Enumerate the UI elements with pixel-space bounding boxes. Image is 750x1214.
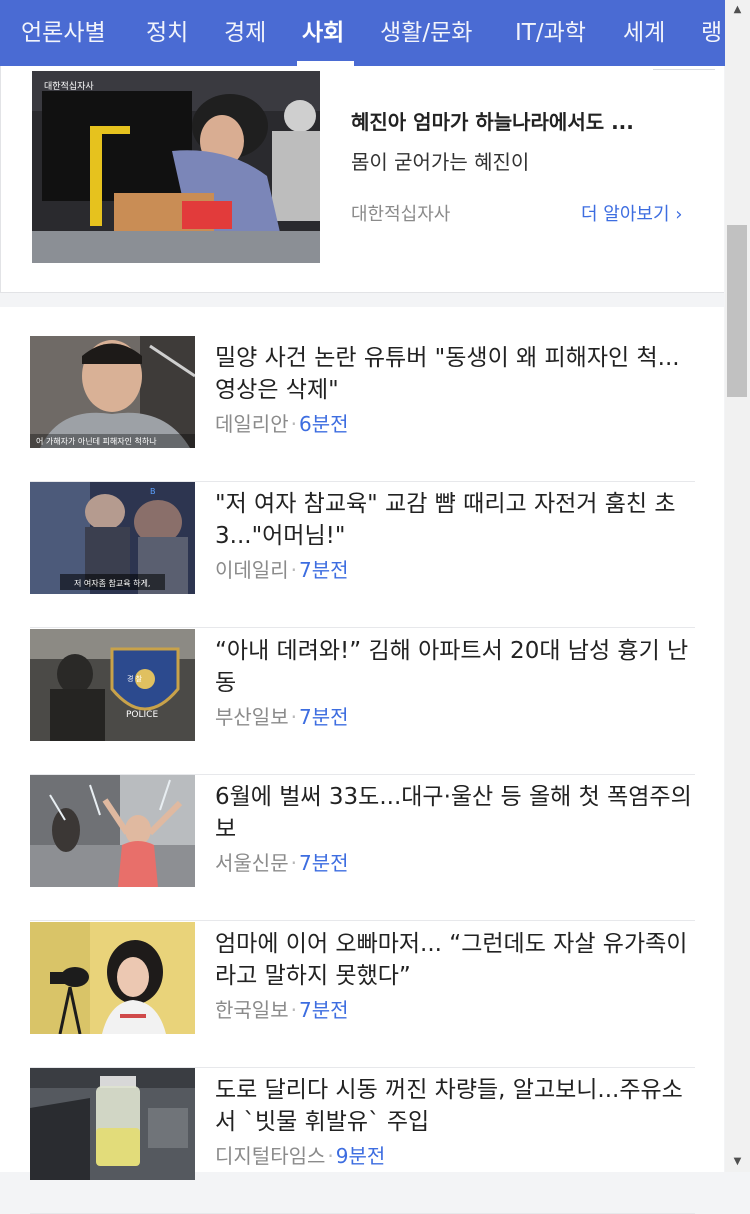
ad-tab-edge [653, 66, 715, 70]
news-meta: 부산일보 · 7분전 [215, 703, 349, 731]
thumb-caption-2: 경 찰 [127, 674, 143, 683]
news-source[interactable]: 이데일리 [215, 558, 289, 582]
news-source[interactable]: 데일리안 [215, 412, 289, 436]
channel-logo-icon: B [150, 487, 156, 496]
news-headline[interactable]: 도로 달리다 시동 꺼진 차량들, 알고보니...주유소서 `빗물 휘발유` 주… [215, 1074, 695, 1138]
ad-source: 대한적십자사 [351, 204, 451, 225]
news-time: 9분전 [335, 1144, 386, 1168]
news-time: 7분전 [298, 998, 349, 1022]
thumb-caption: 어 가해자가 아닌데 피해자인 척하나 [36, 436, 157, 446]
news-item[interactable]: B 저 여자좀 참교육 하게, "저 여자 참교육" 교감 뺨 때리고 자전거 … [30, 482, 695, 628]
category-nav: 언론사별 정치 경제 사회 생활/문화 IT/과학 세계 랭 [0, 0, 725, 66]
news-source[interactable]: 디지털타임스 [215, 1144, 325, 1168]
news-meta: 이데일리 · 7분전 [215, 556, 349, 584]
thumb-caption: 저 여자좀 참교육 하게, [74, 578, 150, 588]
news-headline[interactable]: "저 여자 참교육" 교감 뺨 때리고 자전거 훔친 초3..."어머님!" [215, 488, 695, 552]
divider [30, 920, 695, 921]
tab-ranking[interactable]: 랭 [701, 0, 722, 66]
news-headline[interactable]: 6월에 벌써 33도...대구·울산 등 올해 첫 폭염주의보 [215, 781, 695, 845]
separator-dot: · [290, 705, 297, 729]
news-time: 7분전 [298, 558, 349, 582]
thumb-caption: POLICE [126, 710, 158, 720]
news-headline[interactable]: 엄마에 이어 오빠마저... “그런데도 자살 유가족이라고 말하지 못했다” [215, 928, 695, 992]
news-thumbnail[interactable]: B 저 여자좀 참교육 하게, [30, 482, 195, 594]
news-meta: 서울신문 · 7분전 [215, 849, 349, 877]
chevron-right-icon: › [675, 204, 683, 225]
news-meta: 한국일보 · 7분전 [215, 996, 349, 1024]
tab-society[interactable]: 사회 [302, 0, 344, 66]
tab-life-culture[interactable]: 생활/문화 [380, 0, 472, 66]
scroll-down-icon[interactable]: ▼ [725, 1152, 750, 1172]
news-item[interactable]: POLICE 경 찰 “아내 데려와!” 김해 아파트서 20대 남성 흉기 난… [30, 629, 695, 775]
news-headline[interactable]: 밀양 사건 논란 유튜버 "동생이 왜 피해자인 척...영상은 삭제" [215, 342, 695, 406]
divider [30, 627, 695, 628]
separator-dot: · [290, 851, 297, 875]
news-item[interactable]: 어 가해자가 아닌데 피해자인 척하나 밀양 사건 논란 유튜버 "동생이 왜 … [30, 336, 695, 482]
ad-thumbnail[interactable]: 대한적십자사 [32, 71, 320, 263]
news-meta: 디지털타임스 · 9분전 [215, 1142, 385, 1170]
news-thumbnail[interactable] [30, 922, 195, 1034]
news-time: 6분전 [298, 412, 349, 436]
news-item[interactable]: 엄마에 이어 오빠마저... “그런데도 자살 유가족이라고 말하지 못했다” … [30, 922, 695, 1068]
news-time: 7분전 [298, 851, 349, 875]
news-time: 7분전 [298, 705, 349, 729]
tab-by-press[interactable]: 언론사별 [21, 0, 106, 66]
news-thumbnail[interactable]: 어 가해자가 아닌데 피해자인 척하나 [30, 336, 195, 448]
news-item[interactable]: 6월에 벌써 33도...대구·울산 등 올해 첫 폭염주의보 서울신문 · 7분전 [30, 775, 695, 921]
learn-more-label: 더 알아보기 [581, 204, 670, 225]
learn-more-link[interactable]: 더 알아보기 › [581, 200, 682, 226]
scroll-up-icon[interactable]: ▲ [725, 0, 750, 20]
news-list: 어 가해자가 아닌데 피해자인 척하나 밀양 사건 논란 유튜버 "동생이 왜 … [0, 307, 724, 1214]
separator-dot: · [290, 998, 297, 1022]
news-source[interactable]: 한국일보 [215, 998, 289, 1022]
tab-politics[interactable]: 정치 [146, 0, 188, 66]
separator-dot: · [290, 412, 297, 436]
news-source[interactable]: 서울신문 [215, 851, 289, 875]
vertical-scrollbar[interactable]: ▲ ▼ [725, 0, 750, 1172]
tab-economy[interactable]: 경제 [224, 0, 266, 66]
tab-it-science[interactable]: IT/과학 [515, 0, 586, 66]
ad-subtitle: 몸이 굳어가는 혜진이 [351, 150, 530, 174]
news-source[interactable]: 부산일보 [215, 705, 289, 729]
news-thumbnail[interactable]: POLICE 경 찰 [30, 629, 195, 741]
tab-world[interactable]: 세계 [623, 0, 665, 66]
separator-dot: · [327, 1144, 334, 1168]
news-meta: 데일리안 · 6분전 [215, 410, 349, 438]
scrollbar-thumb[interactable] [727, 225, 747, 397]
news-item[interactable]: 도로 달리다 시동 꺼진 차량들, 알고보니...주유소서 `빗물 휘발유` 주… [30, 1068, 695, 1214]
separator-dot: · [290, 558, 297, 582]
ad-title[interactable]: 혜진아 엄마가 하늘나라에서도 ... [351, 106, 634, 135]
news-thumbnail[interactable] [30, 775, 195, 887]
news-thumbnail[interactable] [30, 1068, 195, 1180]
ad-card[interactable]: 대한적십자사 혜진아 엄마가 하늘나라에서도 ... 몸이 굳어가는 혜진이 대… [0, 66, 724, 293]
news-headline[interactable]: “아내 데려와!” 김해 아파트서 20대 남성 흉기 난동 [215, 635, 695, 699]
ad-thumb-caption: 대한적십자사 [44, 80, 94, 92]
